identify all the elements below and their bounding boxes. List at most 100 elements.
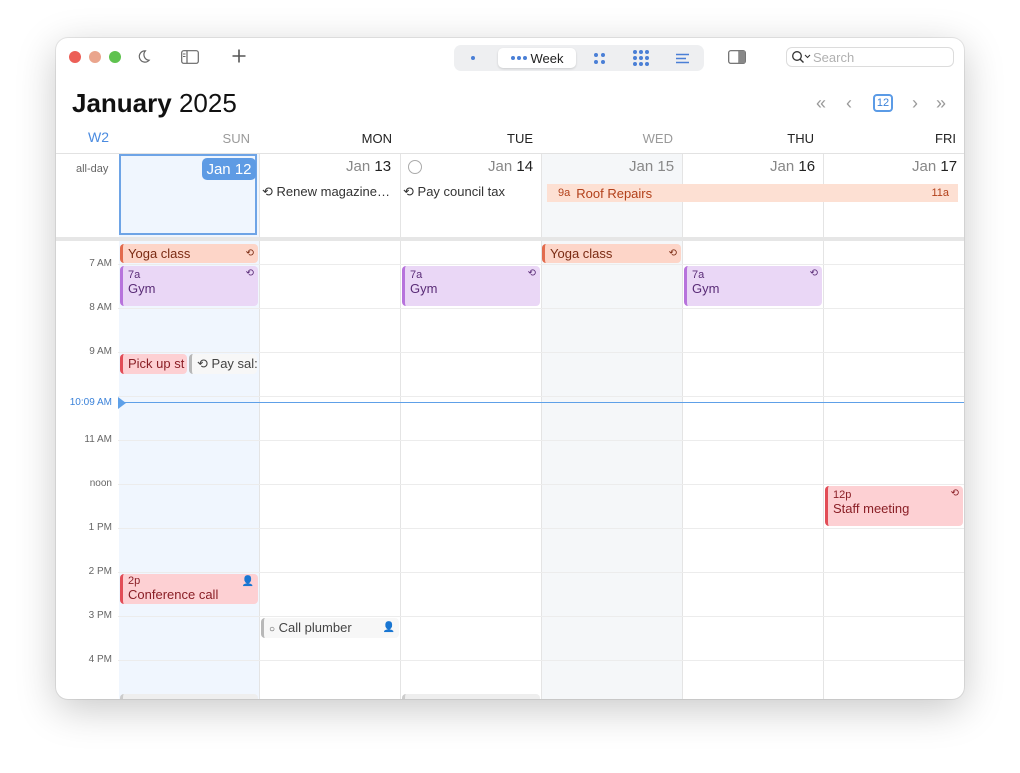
col-line-2 (400, 154, 401, 699)
list-view-button[interactable] (670, 48, 696, 68)
previous-week-icon[interactable]: ‹ (846, 93, 852, 114)
hour-line (118, 528, 964, 529)
time-label-7am: 7 AM (89, 258, 112, 269)
event-partial[interactable] (120, 694, 258, 699)
event-staff-meeting[interactable]: 12p Staff meeting ⟲ (825, 486, 963, 526)
day-view-button[interactable] (460, 48, 486, 68)
task-checkbox[interactable] (408, 160, 422, 174)
time-label-2pm: 2 PM (88, 566, 112, 577)
add-event-icon[interactable] (231, 48, 247, 68)
hour-line (118, 440, 964, 441)
time-label-3pm: 3 PM (88, 610, 112, 621)
repeat-icon: ⟲ (262, 184, 273, 199)
moon-icon[interactable] (136, 49, 151, 68)
date-mon: Jan 13 (346, 158, 392, 175)
hour-line (118, 308, 964, 309)
date-wed: Jan 15 (629, 158, 675, 175)
date-thu: Jan 16 (770, 158, 816, 175)
event-yoga-class[interactable]: Yoga class ⟲ (542, 244, 681, 263)
time-label-9am: 9 AM (89, 346, 112, 357)
repeat-icon: ⟲ (245, 248, 254, 259)
page-title: January 2025 (72, 88, 237, 119)
date-fri: Jan 17 (912, 158, 958, 175)
week-view-label: Week (530, 50, 564, 66)
task-pay-salary[interactable]: ⟲ Pay sal: (189, 354, 257, 374)
day-name-thu: THU (787, 131, 814, 146)
event-gym[interactable]: 7a Gym ⟲ (120, 266, 258, 306)
person-icon: 👤 (382, 622, 395, 633)
allday-task-renew-magazine[interactable]: ⟲ Renew magazine… (262, 184, 396, 200)
event-partial[interactable] (402, 694, 540, 699)
repeat-icon: ⟲ (245, 268, 254, 279)
event-pick-up[interactable]: Pick up st (120, 354, 187, 374)
today-button-label: 12 (876, 97, 890, 109)
next-week-icon[interactable]: › (912, 93, 918, 114)
time-label-4pm: 4 PM (88, 654, 112, 665)
event-start-time: 9a (558, 187, 571, 199)
event-conference-call[interactable]: 2p Conference call 👤 (120, 574, 258, 604)
hour-line (118, 572, 964, 573)
current-time-line (118, 402, 964, 403)
dot-icon (471, 56, 475, 60)
time-label-8am: 8 AM (89, 302, 112, 313)
day-name-sun: SUN (222, 131, 250, 146)
week-view-button[interactable]: Week (498, 48, 576, 68)
time-label-11am: 11 AM (84, 434, 112, 445)
inspector-toggle-icon[interactable] (728, 50, 746, 68)
day-name-mon: MON (361, 131, 392, 146)
zoom-window-button[interactable] (109, 51, 121, 63)
sunday-column-bg (119, 154, 259, 699)
date-tue: Jan 14 (488, 158, 534, 175)
allday-task-pay-council-tax[interactable]: ⟲ Pay council tax (403, 184, 537, 200)
jump-back-icon[interactable]: « (816, 93, 826, 114)
hour-line (118, 264, 964, 265)
month-view-button[interactable] (586, 48, 612, 68)
grid-four-icon (593, 52, 605, 64)
allday-label: all-day (76, 163, 109, 175)
allday-divider (56, 237, 964, 241)
current-time-marker (118, 397, 126, 409)
event-gym[interactable]: 7a Gym ⟲ (402, 266, 540, 306)
event-gym[interactable]: 7a Gym ⟲ (684, 266, 822, 306)
week-dots-icon (510, 56, 527, 60)
repeat-icon: ⟲ (527, 268, 536, 279)
event-title: Roof Repairs (576, 185, 653, 201)
col-line-3 (541, 154, 542, 699)
grid-nine-icon (633, 50, 649, 66)
year-view-button[interactable] (628, 48, 654, 68)
task-circle-icon: ○ (269, 624, 276, 635)
col-line-5 (823, 154, 824, 699)
hour-line (118, 660, 964, 661)
repeat-icon: ⟲ (403, 184, 414, 199)
hour-line (118, 616, 964, 617)
col-line-4 (682, 154, 683, 699)
today-button[interactable]: 12 (873, 94, 893, 112)
hour-line (118, 352, 964, 353)
list-lines-icon (676, 53, 689, 63)
event-roof-repairs[interactable]: 9a Roof Repairs 11a (547, 184, 958, 202)
person-icon: 👤 (241, 576, 254, 587)
view-switcher: Week (454, 45, 704, 71)
search-input[interactable] (811, 48, 945, 66)
repeat-icon: ⟲ (197, 356, 208, 371)
task-call-plumber[interactable]: ○ Call plumber 👤 (261, 618, 399, 638)
hour-line (118, 484, 964, 485)
time-label-noon: noon (89, 478, 112, 489)
sidebar-toggle-icon[interactable] (181, 50, 199, 68)
minimize-window-button[interactable] (89, 51, 101, 63)
month-name: January (72, 88, 172, 118)
day-name-fri: FRI (935, 131, 956, 146)
wednesday-column-bg (541, 154, 682, 699)
current-time-label: 10:09 AM (69, 397, 112, 408)
search-box (786, 47, 954, 67)
calendar-window: Week January 2025 « ‹ 12 › » W2 SUN MON … (56, 38, 964, 699)
event-yoga-class[interactable]: Yoga class ⟲ (120, 244, 258, 263)
jump-forward-icon[interactable]: » (936, 93, 946, 114)
hour-line (118, 396, 964, 397)
event-end-time: 11a (931, 187, 949, 199)
time-label-1pm: 1 PM (88, 522, 112, 533)
close-window-button[interactable] (69, 51, 81, 63)
day-name-wed: WED (642, 131, 673, 146)
col-line-1 (259, 154, 260, 699)
year-label: 2025 (178, 88, 237, 118)
